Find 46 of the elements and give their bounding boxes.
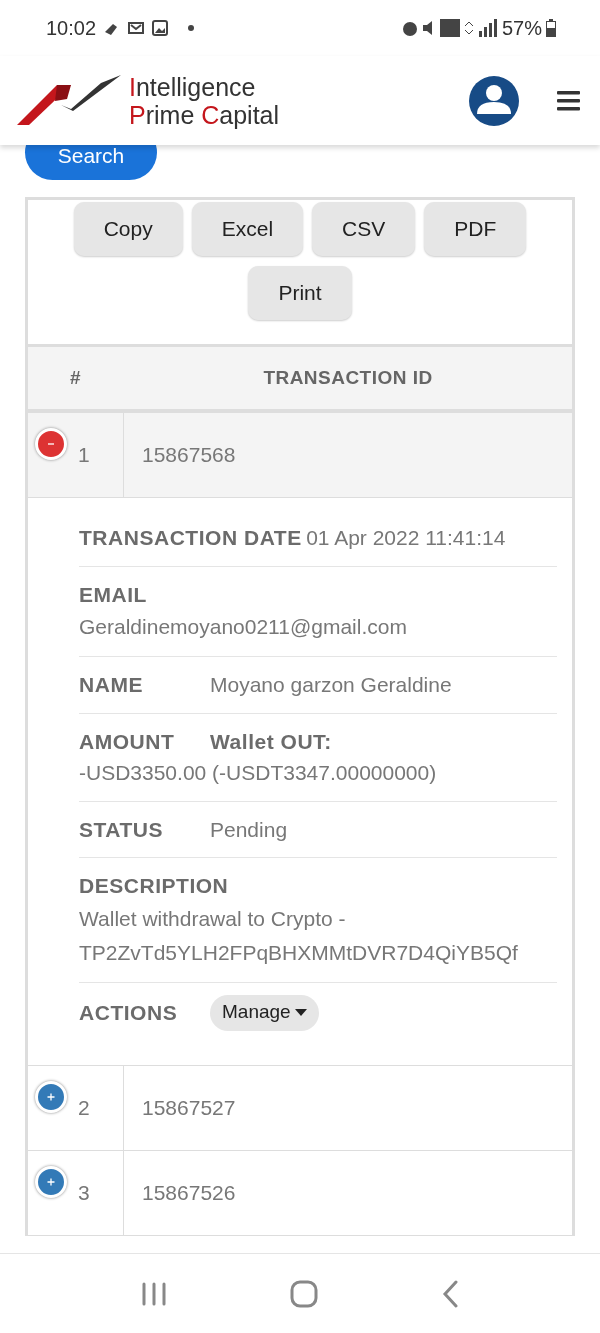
logo-text: Intelligence [129,72,257,101]
back-icon[interactable] [440,1279,459,1308]
data-arrows-icon [463,20,474,36]
search-button[interactable]: Search [25,145,157,180]
detail-value: Pending [210,816,288,843]
detail-value: Geraldinemoyano0211@gmail.com [79,614,408,640]
detail-label: DESCRIPTION [79,873,229,899]
export-button[interactable]: PDF [424,202,527,256]
battery-percent: 57% [501,16,542,41]
transaction-id: 15867526 [142,1179,236,1206]
row-number: 1 [78,442,90,469]
column-header[interactable]: # [70,363,81,393]
detail-heading: Wallet OUT: [210,728,332,755]
detail-label: NAME [79,672,144,698]
detail-value: -USD3350.00 (-USDT3347.00000000) [79,760,437,786]
row-number: 2 [78,1094,90,1121]
signal-icon [477,19,498,37]
transaction-id: 15867568 [142,442,236,469]
menu-icon[interactable] [557,90,580,111]
transaction-id: 15867527 [142,1094,236,1121]
manage-dropdown[interactable]: Manage [210,994,319,1031]
clock: 10:02 [46,16,97,41]
export-button[interactable]: Print [248,266,352,320]
user-avatar-icon[interactable] [469,75,519,126]
export-button[interactable]: CSV [312,202,416,256]
home-icon[interactable] [290,1279,318,1308]
battery-icon [546,19,556,37]
caret-icon [294,1008,307,1017]
column-header[interactable]: TRANSACTION ID [263,363,433,393]
image-icon [152,20,169,36]
detail-value: Moyano garzon Geraldine [210,672,452,698]
row-number: 3 [78,1179,90,1206]
detail-value: 01 Apr 2022 11:41:14 [306,526,506,549]
detail-label: TRANSACTION DATE [79,526,302,549]
dot-icon [188,25,195,31]
detail-label: STATUS [79,816,165,843]
export-button[interactable]: Copy [73,202,183,256]
detail-label: ACTIONS [79,999,179,1026]
detail-label: EMAIL [79,581,147,608]
recent-apps-icon[interactable] [141,1281,168,1306]
export-button[interactable]: Excel [191,202,304,256]
detail-label: AMOUNT [79,728,176,755]
logo-text: Prime Capital [129,100,280,129]
mail-icon [128,21,145,35]
collapse-icon[interactable] [35,428,67,460]
detail-value: Wallet withdrawal to Crypto - TP2ZvTd5YLH2FPqBHXMMtDVR7D4QiYB5Qf [79,905,519,966]
